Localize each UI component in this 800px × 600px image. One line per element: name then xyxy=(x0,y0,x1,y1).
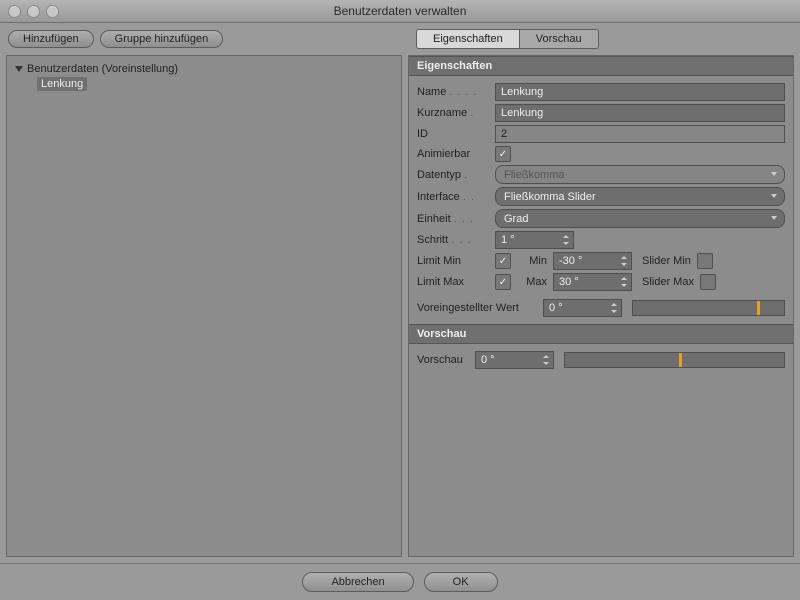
tab-vorschau[interactable]: Vorschau xyxy=(519,30,598,48)
tree-root[interactable]: Benutzerdaten (Voreinstellung) xyxy=(15,62,393,76)
row-id: ID xyxy=(417,125,785,143)
label-slider-min: Slider Min xyxy=(642,255,691,267)
label-limit-max: Limit Max xyxy=(417,276,489,288)
slider-max-checkbox[interactable] xyxy=(700,274,716,290)
label-preset: Voreingestellter Wert xyxy=(417,302,537,314)
kurzname-field[interactable] xyxy=(495,104,785,122)
row-einheit: Einheit . . . Grad xyxy=(417,209,785,228)
row-schritt: Schritt . . . 1 ° xyxy=(417,231,785,249)
label-id: ID xyxy=(417,128,489,140)
vorschau-slider-handle[interactable] xyxy=(679,353,682,367)
datentyp-select: Fließkomma xyxy=(495,165,785,184)
preset-stepper[interactable]: 0 ° xyxy=(543,299,622,317)
row-limit-min: Limit Min Min -30 ° Slider Min xyxy=(417,252,785,270)
chevron-down-icon[interactable] xyxy=(15,66,23,72)
label-schritt: Schritt . . . xyxy=(417,234,489,246)
label-datentyp: Datentyp . xyxy=(417,169,489,181)
label-interface: Interface . . xyxy=(417,191,489,203)
ok-button[interactable]: OK xyxy=(424,572,498,592)
preset-slider[interactable] xyxy=(632,300,785,316)
vorschau-slider[interactable] xyxy=(564,352,785,368)
slider-min-checkbox[interactable] xyxy=(697,253,713,269)
tab-eigenschaften[interactable]: Eigenschaften xyxy=(417,30,519,48)
tree: Benutzerdaten (Voreinstellung) Lenkung xyxy=(7,56,401,98)
body: Benutzerdaten (Voreinstellung) Lenkung E… xyxy=(0,55,800,563)
limit-max-checkbox[interactable] xyxy=(495,274,511,290)
row-animierbar: Animierbar xyxy=(417,146,785,162)
row-interface: Interface . . Fließkomma Slider xyxy=(417,187,785,206)
label-slider-max: Slider Max xyxy=(642,276,694,288)
row-name: Name . . . . xyxy=(417,83,785,101)
properties-inner: Eigenschaften Name . . . . Kurzname . ID xyxy=(409,56,793,376)
window: Benutzerdaten verwalten Hinzufügen Grupp… xyxy=(0,0,800,600)
left-toolbar: Hinzufügen Gruppe hinzufügen xyxy=(0,23,414,55)
titlebar: Benutzerdaten verwalten xyxy=(0,0,800,23)
id-field xyxy=(495,125,785,143)
row-limit-max: Limit Max Max 30 ° Slider Max xyxy=(417,273,785,291)
min-stepper[interactable]: -30 ° xyxy=(553,252,632,270)
label-name: Name . . . . xyxy=(417,86,489,98)
properties-list: Name . . . . Kurzname . ID Animierbar xyxy=(409,76,793,324)
section-eigenschaften: Eigenschaften xyxy=(409,56,793,76)
row-preset: Voreingestellter Wert 0 ° xyxy=(417,299,785,317)
animierbar-checkbox[interactable] xyxy=(495,146,511,162)
right-toolbar: Eigenschaften Vorschau xyxy=(414,23,607,55)
row-datentyp: Datentyp . Fließkomma xyxy=(417,165,785,184)
label-kurzname: Kurzname . xyxy=(417,107,489,119)
properties-panel: Eigenschaften Name . . . . Kurzname . ID xyxy=(408,55,794,557)
tree-item-label: Lenkung xyxy=(37,77,87,91)
tabs: Eigenschaften Vorschau xyxy=(416,29,599,49)
window-title: Benutzerdaten verwalten xyxy=(0,4,800,18)
preset-slider-handle[interactable] xyxy=(757,301,760,315)
tree-item-lenkung[interactable]: Lenkung xyxy=(15,76,393,92)
add-button[interactable]: Hinzufügen xyxy=(8,30,94,48)
tree-root-label: Benutzerdaten (Voreinstellung) xyxy=(27,63,178,75)
row-vorschau: Vorschau 0 ° xyxy=(417,351,785,369)
vorschau-stepper[interactable]: 0 ° xyxy=(475,351,554,369)
label-animierbar: Animierbar xyxy=(417,148,489,160)
section-vorschau: Vorschau xyxy=(409,324,793,344)
label-max: Max xyxy=(517,276,547,288)
interface-select[interactable]: Fließkomma Slider xyxy=(495,187,785,206)
add-group-button[interactable]: Gruppe hinzufügen xyxy=(100,30,224,48)
label-limit-min: Limit Min xyxy=(417,255,489,267)
label-min: Min xyxy=(517,255,547,267)
schritt-stepper[interactable]: 1 ° xyxy=(495,231,574,249)
max-stepper[interactable]: 30 ° xyxy=(553,273,632,291)
einheit-select[interactable]: Grad xyxy=(495,209,785,228)
cancel-button[interactable]: Abbrechen xyxy=(302,572,413,592)
row-kurzname: Kurzname . xyxy=(417,104,785,122)
label-vorschau: Vorschau xyxy=(417,354,469,366)
preview-list: Vorschau 0 ° xyxy=(409,344,793,376)
label-einheit: Einheit . . . xyxy=(417,213,489,225)
limit-min-checkbox[interactable] xyxy=(495,253,511,269)
name-field[interactable] xyxy=(495,83,785,101)
tree-panel: Benutzerdaten (Voreinstellung) Lenkung xyxy=(6,55,402,557)
footer: Abbrechen OK xyxy=(0,563,800,600)
